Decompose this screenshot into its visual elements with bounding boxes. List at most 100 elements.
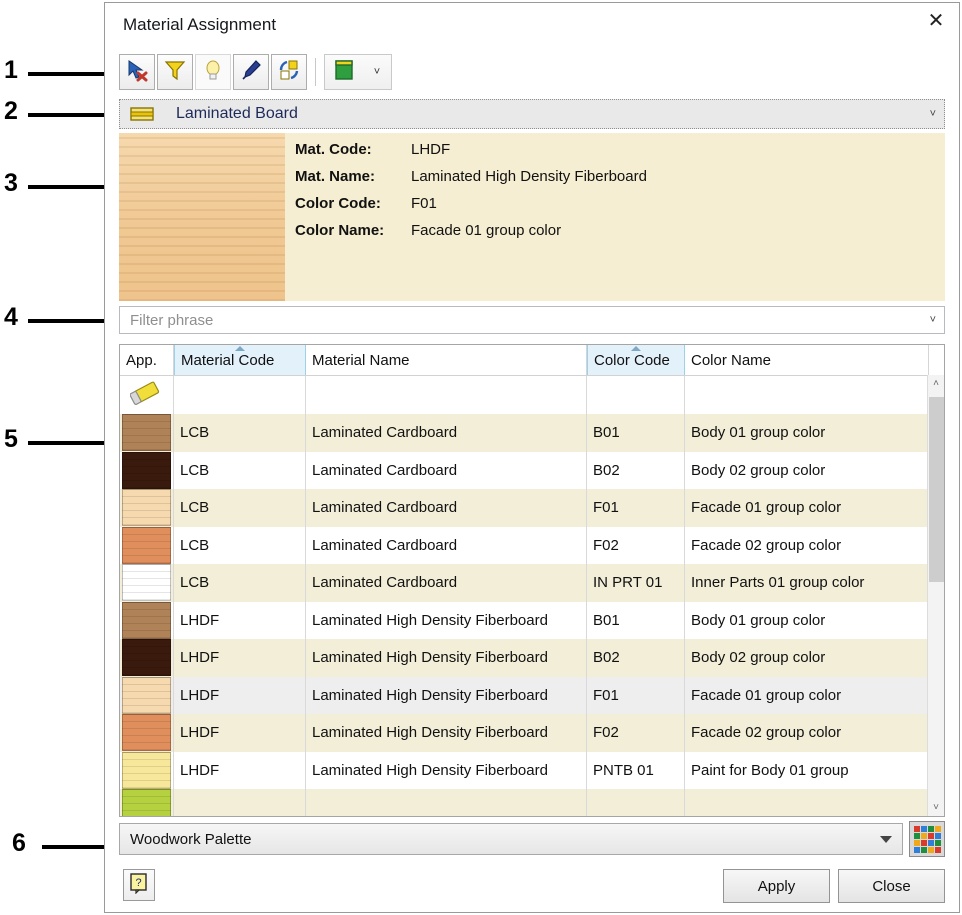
filter-combo[interactable]: ˅ (119, 306, 945, 334)
board-mode-icon-part[interactable] (325, 59, 363, 86)
palette-swatch (934, 846, 941, 853)
highlight-button[interactable] (195, 54, 231, 90)
clear-selection-button[interactable] (119, 54, 155, 90)
palette-swatch (920, 839, 927, 846)
table-cell-ccode: B02 (587, 451, 685, 489)
scroll-down-arrow-icon[interactable]: ˅ (928, 799, 944, 816)
clear-material-cell[interactable] (120, 376, 174, 414)
scrollbar-thumb[interactable] (929, 397, 944, 582)
sort-ascending-icon (235, 346, 245, 351)
table-cell-mname: Laminated Cardboard (306, 564, 587, 602)
help-button[interactable]: ? (123, 869, 155, 901)
eyedropper-icon (240, 59, 262, 86)
table-row[interactable]: LCB Laminated Cardboard IN PRT 01 Inner Par… (120, 564, 944, 602)
replace-material-button[interactable] (271, 54, 307, 90)
material-swatch-cell (120, 489, 174, 527)
table-row[interactable]: LCB Laminated Cardboard B01 Body 01 group c… (120, 414, 944, 452)
chevron-down-icon: ˅ (373, 66, 381, 78)
callout-number-5: 5 (4, 425, 18, 453)
scroll-up-arrow-icon[interactable]: ˄ (928, 375, 944, 392)
table-cell-cname: Inner Parts 01 group color (691, 574, 865, 592)
column-header-label: Color Code (594, 351, 670, 369)
material-swatch-cell (120, 564, 174, 602)
table-row[interactable]: LCB Laminated Cardboard B02 Body 02 group c… (120, 451, 944, 489)
palette-select[interactable]: Woodwork Palette (119, 823, 903, 855)
table-header-row: App. Material Code Material Name Color C… (120, 345, 944, 376)
material-swatch (122, 451, 171, 489)
material-swatch (122, 676, 171, 714)
table-cell-mcode: LCB (174, 489, 306, 527)
chevron-down-icon[interactable]: ˅ (930, 314, 936, 326)
close-icon: ✕ (927, 10, 945, 32)
table-vertical-scrollbar[interactable]: ˄ ˅ (927, 375, 944, 816)
material-swatch-cell (120, 526, 174, 564)
board-swatch-icon (130, 105, 154, 123)
board-mode-dropdown-arrow[interactable]: ˅ (363, 66, 391, 78)
table-row[interactable]: LCB Laminated Cardboard F02 Facade 02 group… (120, 526, 944, 564)
eraser-icon (129, 380, 164, 410)
column-header-material-name[interactable]: Material Name (306, 345, 587, 375)
board-mode-split-button[interactable]: ˅ (324, 54, 392, 90)
sort-ascending-icon (631, 346, 641, 351)
table-cell-ccode (587, 789, 685, 816)
info-value: Facade 01 group color (411, 222, 562, 239)
table-cell-cname: Facade 02 group color (691, 724, 842, 742)
material-swatch (122, 489, 171, 527)
table-cell-mname (306, 789, 587, 816)
filter-input[interactable] (128, 310, 892, 330)
table-row[interactable]: LHDF Laminated High Density Fiberboard B01… (120, 601, 944, 639)
palette-swatch (927, 846, 934, 853)
selected-material-combo[interactable]: Laminated Board ˅ (119, 99, 945, 129)
info-key: Color Name: (295, 222, 385, 239)
palette-selected-label: Woodwork Palette (130, 830, 252, 848)
chevron-down-icon[interactable]: ˅ (930, 108, 936, 120)
info-value: LHDF (411, 141, 451, 158)
material-swatch-cell (120, 676, 174, 714)
info-value: Laminated High Density Fiberboard (411, 168, 647, 185)
table-cell-mname: Laminated Cardboard (306, 526, 587, 564)
pick-material-button[interactable] (233, 54, 269, 90)
table-cell-mname: Laminated High Density Fiberboard (306, 639, 587, 677)
table-cell-mcode (174, 789, 306, 816)
filter-button[interactable] (157, 54, 193, 90)
info-key: Mat. Code: (295, 141, 372, 158)
column-header-material-code[interactable]: Material Code (174, 345, 306, 375)
table-row[interactable]: LHDF Laminated High Density Fiberboard B02… (120, 639, 944, 677)
table-row[interactable] (120, 789, 944, 816)
table-cell-cname: Facade 02 group color (691, 536, 842, 554)
column-header-app[interactable]: App. (120, 345, 174, 375)
callout-number-3: 3 (4, 169, 18, 197)
table-cell-mcode: LHDF (174, 676, 306, 714)
palette-swatch (920, 825, 927, 832)
material-info-rows: Mat. Code: LHDF Mat. Name: Laminated Hig… (295, 141, 647, 249)
table-row[interactable]: LCB Laminated Cardboard F01 Facade 01 group… (120, 489, 944, 527)
chevron-down-icon[interactable] (880, 835, 892, 843)
window-close-button[interactable]: ✕ (913, 3, 959, 39)
table-cell-mcode: LCB (174, 414, 306, 452)
table-row[interactable]: LHDF Laminated High Density Fiberboard F01… (120, 676, 944, 714)
column-header-color-code[interactable]: Color Code (587, 345, 685, 375)
open-color-palette-button[interactable] (909, 821, 945, 857)
table-row[interactable]: LHDF Laminated High Density Fiberboard F02… (120, 714, 944, 752)
column-header-color-name[interactable]: Color Name (685, 345, 929, 375)
table-cell-cname: Body 02 group color (691, 649, 826, 667)
info-key: Mat. Name: (295, 168, 376, 185)
table-cell-cname: Body 02 group color (691, 461, 826, 479)
color-grid-icon (913, 825, 941, 853)
toolbar-separator (315, 58, 316, 86)
material-swatch (122, 751, 171, 789)
info-row: Color Name: Facade 01 group color (295, 222, 647, 249)
info-row: Mat. Code: LHDF (295, 141, 647, 168)
material-swatch (122, 639, 171, 677)
table-cell-ccode: B01 (587, 601, 685, 639)
table-row[interactable]: LHDF Laminated High Density Fiberboard PNT… (120, 751, 944, 789)
selected-material-label: Laminated Board (176, 105, 298, 122)
apply-button[interactable]: Apply (723, 869, 830, 903)
palette-swatch (927, 832, 934, 839)
close-button[interactable]: Close (838, 869, 945, 903)
table-cell-mname: Laminated Cardboard (306, 451, 587, 489)
table-cell-mcode: LHDF (174, 751, 306, 789)
table-row-clear[interactable] (120, 376, 944, 414)
material-assignment-dialog: Material Assignment ✕ ˅ Laminated Board … (104, 2, 960, 913)
callout-number-1: 1 (4, 56, 18, 84)
